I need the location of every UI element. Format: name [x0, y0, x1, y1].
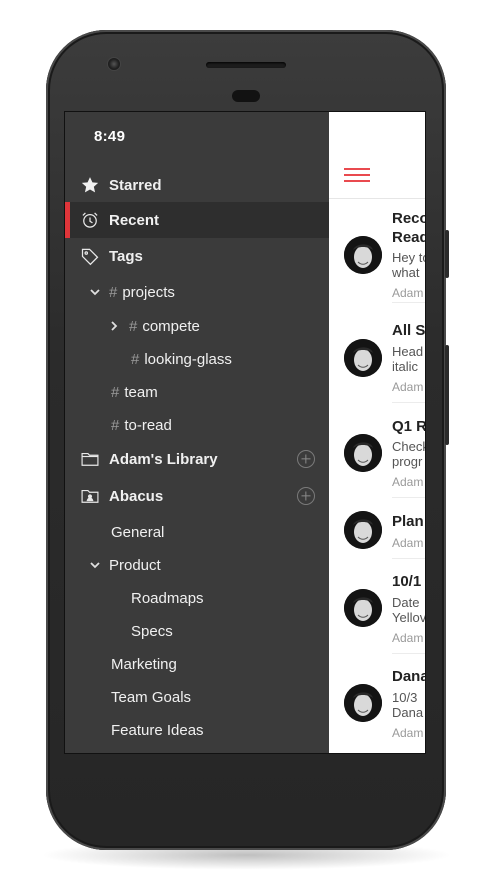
- note-title: 10/1: [392, 573, 422, 590]
- sidebar-item-abacus[interactable]: Abacus: [65, 478, 329, 514]
- note-preview: what: [392, 265, 420, 280]
- note-title: Reco: [392, 210, 426, 227]
- sidebar-item-label: Starred: [109, 176, 162, 194]
- divider: [392, 302, 425, 303]
- avatar: [344, 434, 382, 472]
- sidebar-item-product[interactable]: Product: [65, 547, 329, 583]
- sidebar-item-label: Feature Ideas: [111, 721, 204, 739]
- note-preview: italic: [392, 359, 419, 374]
- sidebar-item-feature-ideas[interactable]: Feature Ideas: [65, 712, 329, 748]
- active-indicator: [65, 202, 70, 238]
- sidebar-item-label: Team Goals: [111, 688, 192, 706]
- avatar: [344, 684, 382, 722]
- note-preview: Yellov: [392, 610, 426, 625]
- note-author: Adam: [392, 380, 424, 394]
- sidebar-item-label: # compete: [129, 317, 200, 335]
- sidebar-item-starred[interactable]: Starred: [65, 167, 329, 203]
- sidebar-item-tag-compete[interactable]: # compete: [65, 308, 329, 344]
- note-author: Adam: [392, 726, 424, 740]
- sidebar-item-label: Recent: [109, 211, 160, 229]
- note-preview: Hey to: [392, 250, 426, 265]
- sidebar-item-tag-team[interactable]: # team: [65, 374, 329, 410]
- avatar: [344, 339, 382, 377]
- sidebar-item-specs[interactable]: Specs: [65, 613, 329, 649]
- speaker-grille: [206, 62, 286, 68]
- sidebar-item-label: Marketing: [111, 655, 177, 673]
- sidebar-item-adams-library[interactable]: Adam's Library: [65, 441, 329, 477]
- list-header: [329, 112, 425, 199]
- note-title: All S: [392, 322, 426, 339]
- note-author: Adam: [392, 286, 424, 300]
- note-title: Read: [392, 229, 426, 246]
- note-preview: progr: [392, 454, 423, 469]
- side-button-upper: [445, 230, 449, 278]
- note-author: Adam: [392, 631, 424, 645]
- sidebar-item-label: Roadmaps: [131, 589, 204, 607]
- avatar: [344, 236, 382, 274]
- sidebar-item-label: # to-read: [111, 416, 172, 434]
- sidebar-item-label: Abacus: [109, 487, 164, 505]
- sidebar-item-label: Adam's Library: [109, 450, 218, 468]
- star-icon: [79, 174, 101, 196]
- divider: [392, 497, 425, 498]
- avatar: [344, 589, 382, 627]
- note-preview: Date: [392, 595, 420, 610]
- sidebar-item-label: # projects: [109, 283, 175, 301]
- note-list-item[interactable]: Q1 R Check progr Adam: [329, 408, 426, 502]
- sidebar-item-roadmaps[interactable]: Roadmaps: [65, 580, 329, 616]
- chevron-right-icon[interactable]: [108, 320, 120, 332]
- chevron-down-icon[interactable]: [89, 286, 101, 298]
- chevron-down-icon[interactable]: [89, 559, 101, 571]
- note-list-item[interactable]: Dana 10/3 Dana Adam: [329, 660, 426, 753]
- sidebar-item-tag-looking-glass[interactable]: # looking-glass: [65, 341, 329, 377]
- tag-icon: [79, 245, 101, 267]
- sidebar-item-marketing[interactable]: Marketing: [65, 646, 329, 682]
- sidebar-item-label: Product: [109, 556, 161, 574]
- note-list-item[interactable]: 10/1 Date Yellov Adam: [329, 565, 426, 659]
- note-author: Adam: [392, 475, 424, 489]
- note-title: Q1 R: [392, 418, 426, 435]
- note-list-item[interactable]: Plan Adam: [329, 504, 425, 564]
- sidebar-item-label: Tags: [109, 247, 143, 265]
- note-list-item[interactable]: All S Head italic Adam: [329, 312, 426, 406]
- note-list-item[interactable]: Reco Read Hey to what Adam: [329, 198, 426, 303]
- sidebar-item-general[interactable]: General: [65, 514, 329, 550]
- note-author: Adam: [392, 536, 424, 550]
- sidebar-item-label: # team: [111, 383, 158, 401]
- sidebar-item-label: General: [111, 523, 165, 541]
- folder-icon: [79, 448, 101, 470]
- note-title: Dana: [392, 668, 426, 685]
- sidebar-item-tag-projects[interactable]: # projects: [65, 274, 329, 310]
- status-time: 8:49: [94, 128, 126, 145]
- hamburger-menu-icon[interactable]: [344, 168, 370, 182]
- shared-folder-icon: [79, 485, 101, 507]
- sidebar-item-recent[interactable]: Recent: [65, 202, 329, 238]
- note-preview: Dana: [392, 705, 424, 720]
- add-notebook-button[interactable]: [297, 450, 315, 468]
- alarm-clock-icon: [79, 209, 101, 231]
- avatar: [344, 511, 382, 549]
- divider: [392, 653, 425, 654]
- divider: [392, 402, 425, 403]
- note-list-pane: Reco Read Hey to what Adam All S Head it…: [329, 112, 426, 753]
- sidebar-item-tag-to-read[interactable]: # to-read: [65, 407, 329, 443]
- sidebar-item-label: # looking-glass: [131, 350, 232, 368]
- phone-screen: 8:49 Starred Recent Tags # projects # co…: [64, 111, 426, 754]
- note-preview: Head: [392, 344, 424, 359]
- side-button-lower: [445, 345, 449, 445]
- navigation-sidebar: 8:49 Starred Recent Tags # projects # co…: [65, 112, 329, 753]
- sidebar-item-label: Specs: [131, 622, 173, 640]
- front-camera: [108, 58, 120, 70]
- note-preview: 10/3: [392, 690, 418, 705]
- sidebar-item-team-goals[interactable]: Team Goals: [65, 679, 329, 715]
- sidebar-item-tags[interactable]: Tags: [65, 238, 329, 274]
- add-notebook-button[interactable]: [297, 487, 315, 505]
- divider: [392, 558, 425, 559]
- earpiece: [232, 90, 260, 102]
- note-preview: Check: [392, 439, 426, 454]
- note-title: Plan: [392, 513, 424, 530]
